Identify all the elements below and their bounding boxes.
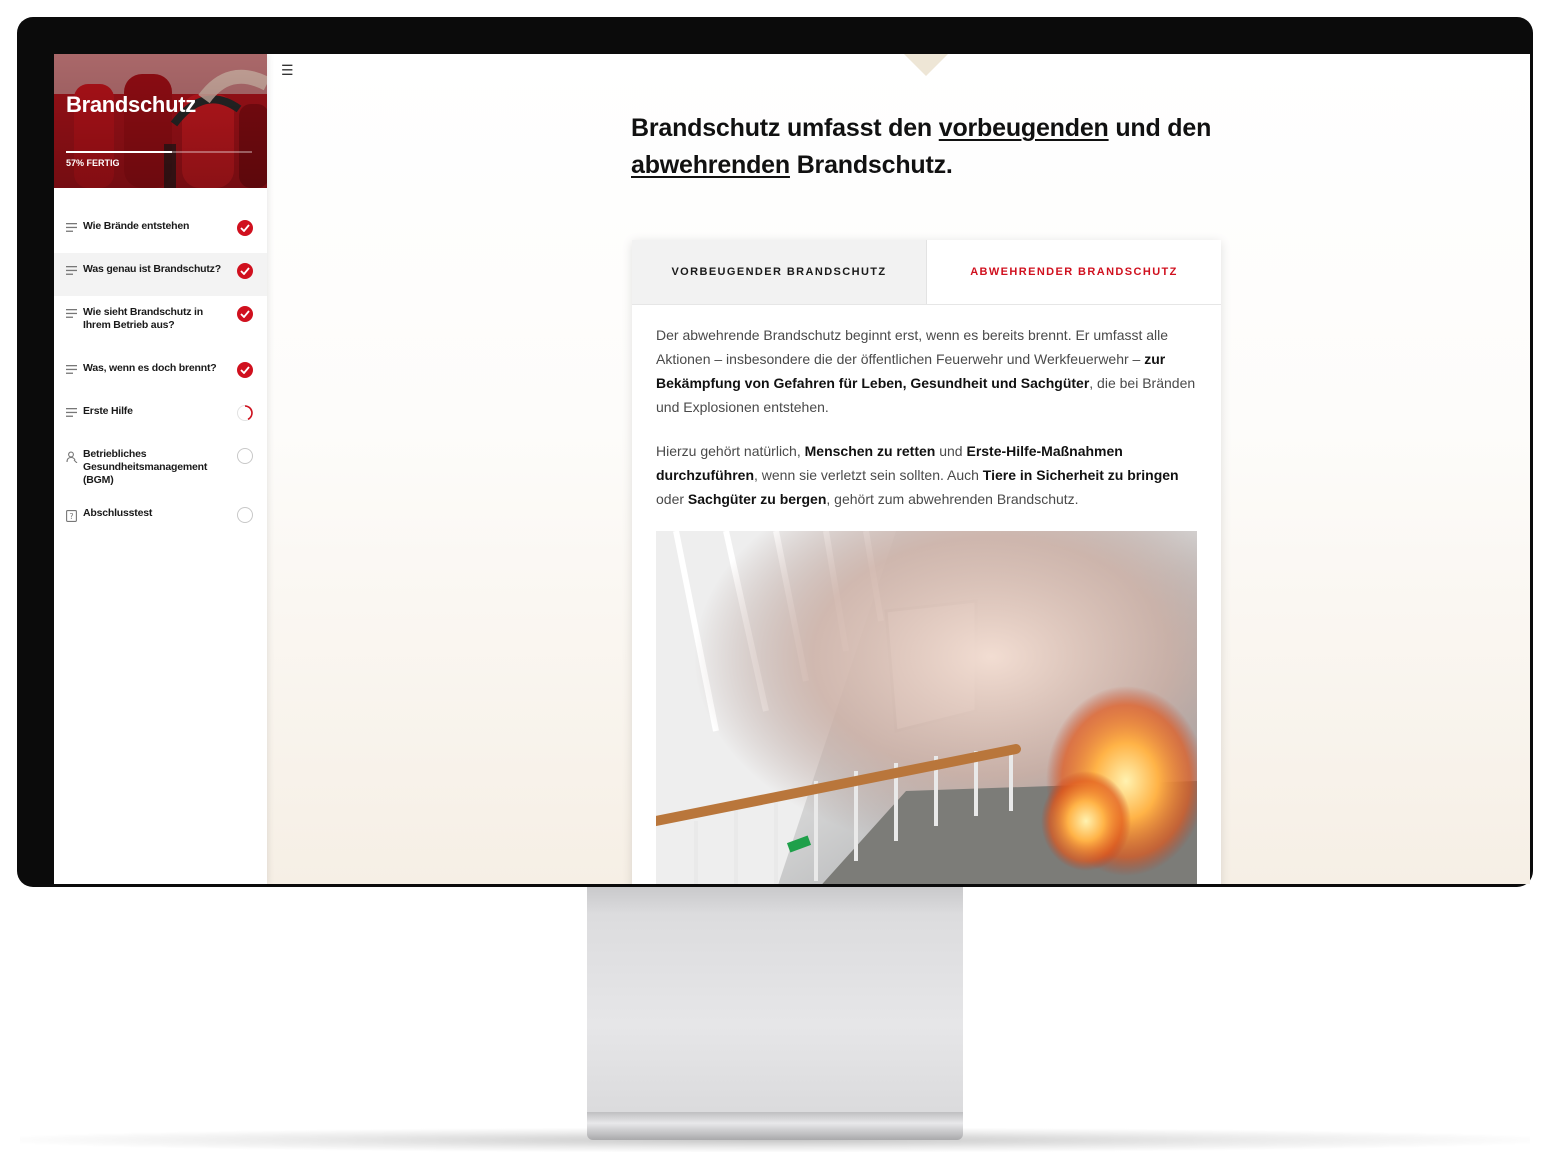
paragraph-text: Hierzu gehört natürlich, [656,443,805,459]
check-icon [237,362,253,378]
lesson-content: ☰ Brandschutz umfasst den vorbeugenden u… [267,54,1530,884]
paragraph: Der abwehrende Brandschutz beginnt erst,… [656,323,1197,419]
headline-text: Brandschutz. [789,151,953,179]
monitor-stand-base [587,1112,963,1140]
paragraph-bold: Tiere in Sicherheit zu bringen [982,467,1179,483]
lesson-headline: Brandschutz umfasst den vorbeugenden und… [631,110,1231,184]
course-title: Brandschutz [66,92,196,117]
sidebar-item-bgm[interactable]: Betriebliches Gesundheitsmanagement (BGM… [54,438,267,497]
course-progress-label: 57% FERTIG [66,158,120,168]
sidebar-item-label: Was, wenn es doch brennt? [83,362,217,374]
paragraph-bold: Sachgüter zu bergen [687,491,827,507]
person-icon [66,451,78,465]
course-header: Brandschutz 57% FERTIG [54,54,267,188]
lines-icon [66,408,78,419]
paragraph-bold: Menschen zu retten [804,443,936,459]
sidebar-item-wie-braende-entstehen[interactable]: Wie Brände entstehen [54,210,267,253]
abwehrend-link[interactable]: abwehrenden [631,151,790,179]
paragraph-text: , gehört zum abwehrenden Brandschutz. [826,491,1079,507]
sidebar-item-label: Wie Brände entstehen [83,220,190,232]
sidebar-item-was-wenn-es-brennt[interactable]: Was, wenn es doch brennt? [54,352,267,395]
monitor-stand [587,887,963,1117]
course-progress-fill [66,151,173,153]
sidebar-item-was-genau-ist-brandschutz[interactable]: Was genau ist Brandschutz? [54,253,267,296]
tabs-card: VORBEUGENDER BRANDSCHUTZ ABWEHRENDER BRA… [632,240,1221,884]
svg-text:?: ? [69,512,73,521]
paragraph: Hierzu gehört natürlich, Menschen zu ret… [656,439,1197,511]
empty-circle-icon [237,507,253,523]
screen: Brandschutz 57% FERTIG Wie Brände entste… [54,54,1530,884]
course-progress-bar [66,151,252,153]
lines-icon [66,309,78,320]
check-icon [237,220,253,236]
tab-bar: VORBEUGENDER BRANDSCHUTZ ABWEHRENDER BRA… [632,240,1221,305]
vorbeugend-link[interactable]: vorbeugenden [939,114,1109,142]
staircase-fire-image [656,531,1197,884]
lines-icon [66,223,78,234]
course-sidebar: Brandschutz 57% FERTIG Wie Brände entste… [54,54,267,884]
monitor-frame: Brandschutz 57% FERTIG Wie Brände entste… [17,17,1533,887]
progress-ring-icon [237,404,253,421]
tab-panel: Der abwehrende Brandschutz beginnt erst,… [632,305,1221,884]
headline-text: und den [1108,114,1212,142]
sidebar-item-abschlusstest[interactable]: ? Abschlusstest [54,497,267,540]
check-icon [237,263,253,279]
lines-icon [66,266,78,277]
headline-text: Brandschutz umfasst den [631,114,939,142]
sidebar-item-label: Abschlusstest [83,507,153,519]
hamburger-icon[interactable]: ☰ [281,62,294,79]
sidebar-item-label: Was genau ist Brandschutz? [83,263,221,275]
lesson-list: Wie Brände entstehen Was genau ist Brand… [54,188,267,540]
paragraph-text: oder [656,491,688,507]
paragraph-text: und [935,443,967,459]
section-notch [904,54,948,76]
sidebar-item-label: Wie sieht Brandschutz in Ihrem Betrieb a… [83,306,203,331]
sidebar-item-brandschutz-im-betrieb[interactable]: Wie sieht Brandschutz in Ihrem Betrieb a… [54,296,267,352]
sidebar-item-label: Erste Hilfe [83,405,133,417]
empty-circle-icon [237,448,253,464]
quiz-icon: ? [66,510,78,524]
lines-icon [66,365,78,376]
paragraph-text: , wenn sie verletzt sein sollten. Auch [754,467,983,483]
tab-vorbeugender-brandschutz[interactable]: VORBEUGENDER BRANDSCHUTZ [632,240,927,304]
paragraph-text: Der abwehrende Brandschutz beginnt erst,… [656,327,1169,367]
check-icon [237,306,253,322]
tab-abwehrender-brandschutz[interactable]: ABWEHRENDER BRANDSCHUTZ [927,240,1221,304]
sidebar-item-erste-hilfe[interactable]: Erste Hilfe [54,395,267,438]
sidebar-item-label: Betriebliches Gesundheitsmanagement (BGM… [83,448,208,486]
